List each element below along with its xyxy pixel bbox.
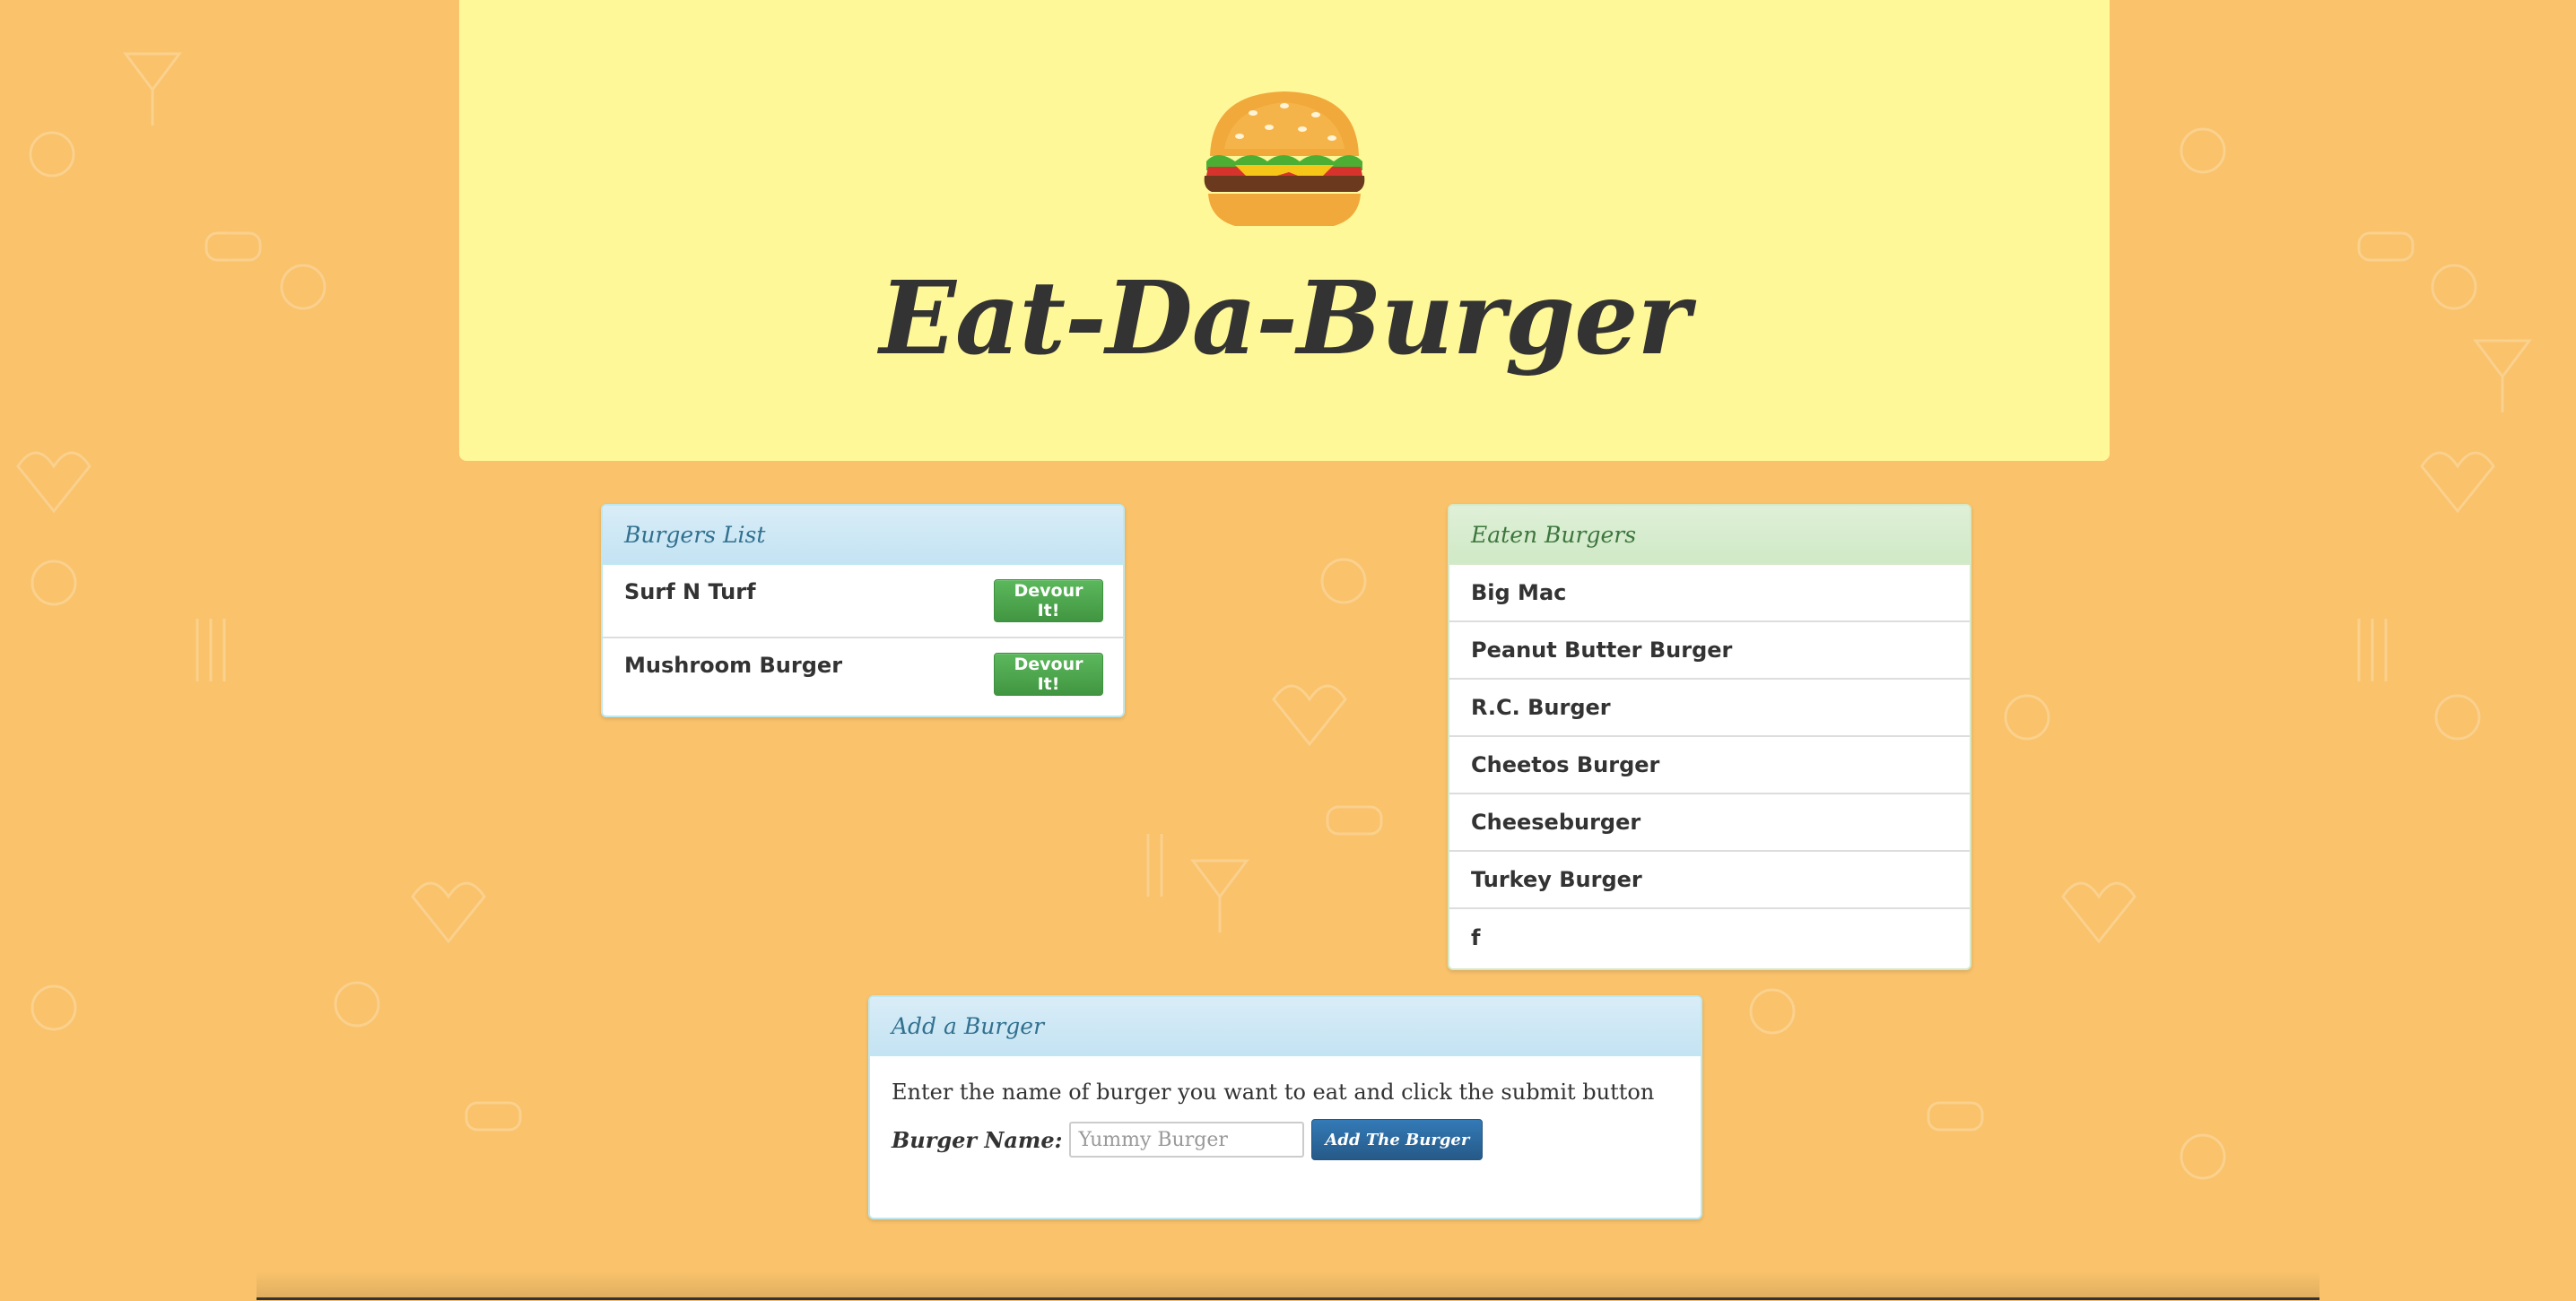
list-item: Turkey Burger (1449, 852, 1970, 909)
add-burger-heading: Add a Burger (870, 997, 1701, 1056)
page-title: Eat-Da-Burger (879, 260, 1690, 377)
burger-name-input[interactable] (1069, 1122, 1305, 1158)
list-item: Surf N Turf Devour It! (603, 565, 1123, 638)
devour-button[interactable]: Devour It! (994, 579, 1103, 622)
add-burger-panel: Add a Burger Enter the name of burger yo… (868, 995, 1702, 1219)
footer-edge (257, 1271, 2319, 1300)
jumbotron-header: Eat-Da-Burger (459, 0, 2110, 461)
list-item: Peanut Butter Burger (1449, 622, 1970, 680)
burger-name: Mushroom Burger (624, 653, 843, 678)
add-burger-instructions: Enter the name of burger you want to eat… (892, 1080, 1655, 1105)
list-item: Cheetos Burger (1449, 737, 1970, 794)
burger-name: Surf N Turf (624, 579, 756, 604)
burgers-list-panel: Burgers List Surf N Turf Devour It! Mush… (601, 504, 1125, 717)
burgers-list-heading: Burgers List (603, 506, 1123, 565)
list-item: f (1471, 925, 1481, 950)
add-burger-form: Burger Name: Add The Burger (892, 1119, 1679, 1160)
add-burger-button[interactable]: Add The Burger (1311, 1119, 1484, 1160)
eaten-burgers-panel: Eaten Burgers Big Mac Peanut Butter Burg… (1448, 504, 1971, 970)
burger-name-label: Burger Name: (892, 1126, 1063, 1153)
list-item: Big Mac (1449, 565, 1970, 622)
eaten-burgers-heading: Eaten Burgers (1449, 506, 1970, 565)
list-item: Cheeseburger (1449, 794, 1970, 852)
hamburger-icon (1204, 91, 1365, 226)
devour-button[interactable]: Devour It! (994, 653, 1103, 696)
list-item: R.C. Burger (1449, 680, 1970, 737)
list-item: Mushroom Burger Devour It! (603, 638, 1123, 712)
